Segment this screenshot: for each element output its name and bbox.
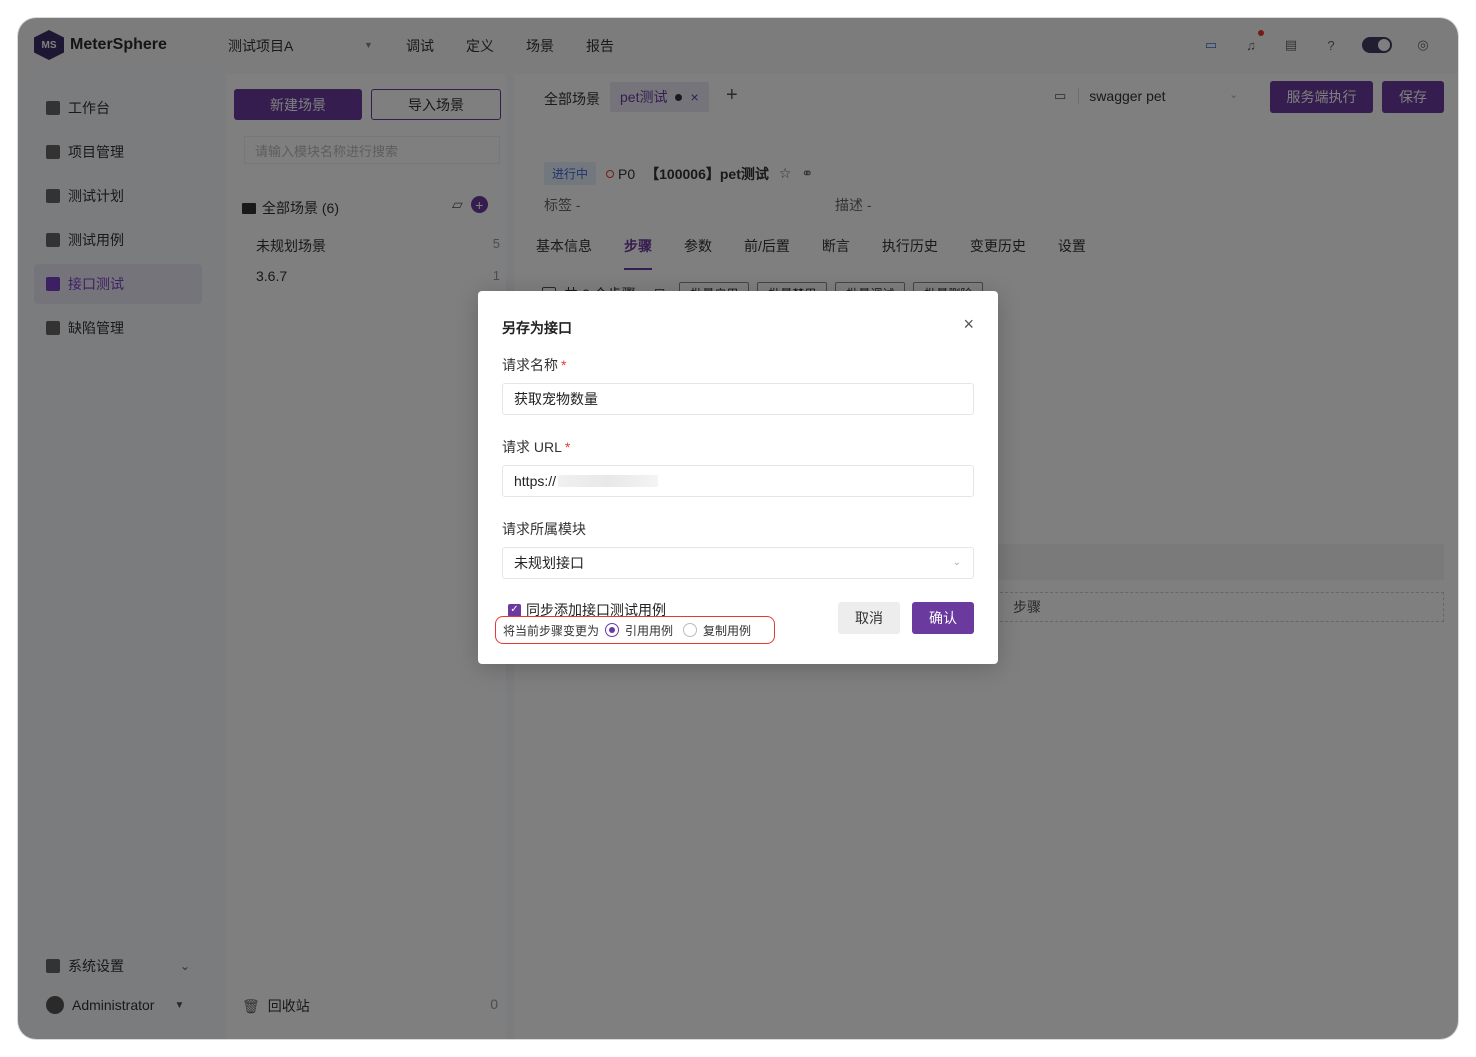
request-name-label-text: 请求名称 [502,357,558,373]
radio-label: 引用用例 [625,623,674,638]
redacted-url [558,475,659,487]
request-url-value: https:// [514,473,557,489]
required-mark: * [564,439,571,455]
close-icon[interactable]: × [963,315,974,333]
radio-copy-case[interactable]: 复制用例 [683,622,751,639]
confirm-button[interactable]: 确认 [912,602,974,634]
radio-label: 复制用例 [703,623,752,638]
module-label: 请求所属模块 [502,521,586,537]
module-select[interactable]: 未规划接口 ⌄ [502,547,974,579]
cancel-button[interactable]: 取消 [838,602,900,634]
radio-reference-case[interactable]: 引用用例 [605,622,673,639]
dialog-title: 另存为接口 [502,320,572,336]
save-as-api-dialog: 另存为接口 × 请求名称 * 获取宠物数量 请求 URL * https:// 请求… [478,291,998,664]
chevron-down-icon: ⌄ [952,557,961,568]
request-url-label-text: 请求 URL [502,439,562,455]
radio-selected-icon [605,623,620,637]
request-name-input[interactable]: 获取宠物数量 [502,383,974,415]
request-name-label: 请求名称 * [502,355,566,375]
change-step-label: 将当前步骤变更为 [503,623,600,638]
module-value: 未规划接口 [514,555,584,571]
checkbox-checked-icon: ✓ [508,603,521,617]
radio-unselected-icon [683,623,698,637]
request-url-input[interactable]: https:// [502,465,974,497]
request-url-label: 请求 URL * [502,437,570,457]
required-mark: * [561,357,567,373]
change-step-radio-group: 将当前步骤变更为 引用用例 复制用例 [495,616,775,644]
